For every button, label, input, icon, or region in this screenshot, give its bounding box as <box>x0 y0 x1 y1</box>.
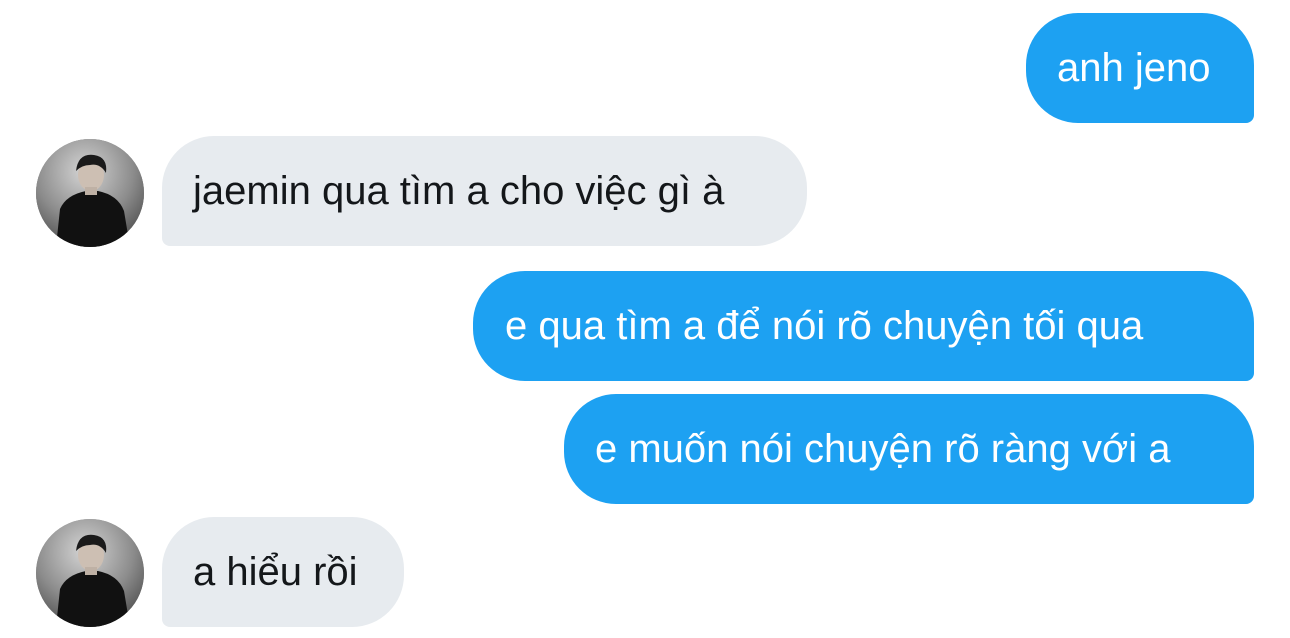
profile-photo-icon <box>36 519 144 627</box>
message-text: anh jeno <box>1057 46 1211 90</box>
message-bubble-sent[interactable]: e qua tìm a để nói rõ chuyện tối qua <box>473 271 1254 381</box>
message-text: jaemin qua tìm a cho việc gì à <box>193 169 725 213</box>
message-bubble-sent[interactable]: e muốn nói chuyện rõ ràng với a <box>564 394 1254 504</box>
message-text: e muốn nói chuyện rõ ràng với a <box>595 427 1171 471</box>
message-bubble-received[interactable]: a hiểu rồi <box>162 517 404 627</box>
message-text: e qua tìm a để nói rõ chuyện tối qua <box>505 304 1144 348</box>
message-bubble-sent[interactable]: anh jeno <box>1026 13 1254 123</box>
contact-avatar-icon[interactable] <box>36 139 144 247</box>
message-text: a hiểu rồi <box>193 550 358 594</box>
profile-photo-icon <box>36 139 144 247</box>
contact-avatar-icon[interactable] <box>36 519 144 627</box>
message-bubble-received[interactable]: jaemin qua tìm a cho việc gì à <box>162 136 807 246</box>
